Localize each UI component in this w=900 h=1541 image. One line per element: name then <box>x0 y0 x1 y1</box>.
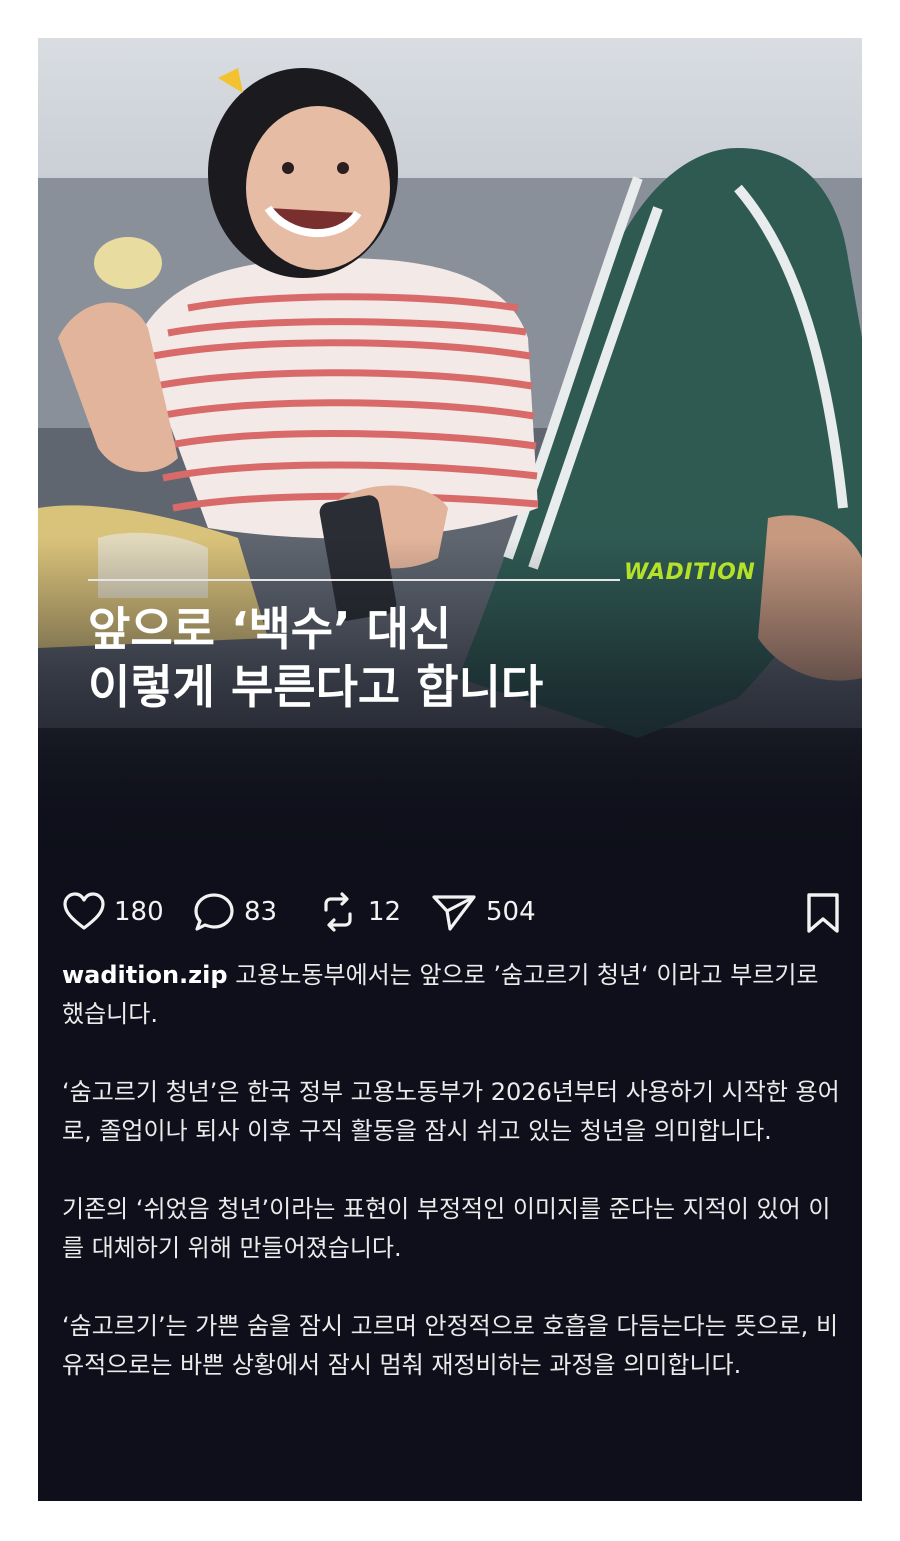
caption-intro: wadition.zip 고용노동부에서는 앞으로 ’숨고르기 청년‘ 이라고 … <box>62 956 842 1034</box>
caption-paragraph: 기존의 ‘쉬었음 청년’이라는 표현이 부정적인 이미지를 준다는 지적이 있어… <box>62 1195 831 1262</box>
share-count: 504 <box>486 897 536 927</box>
post-headline: 앞으로 ‘백수’ 대신 이렇게 부른다고 합니다 <box>88 600 808 716</box>
brand-divider <box>88 579 620 581</box>
like-button[interactable]: 180 <box>62 892 164 932</box>
send-icon <box>432 895 476 931</box>
comment-icon <box>194 893 234 931</box>
headline-line-1: 앞으로 ‘백수’ 대신 <box>88 602 452 656</box>
comment-count: 83 <box>244 897 278 927</box>
action-bar: 180 83 12 504 <box>62 886 842 938</box>
post-caption: wadition.zip 고용노동부에서는 앞으로 ’숨고르기 청년‘ 이라고 … <box>62 956 842 1424</box>
repost-button[interactable]: 12 <box>316 892 401 932</box>
save-button[interactable] <box>804 892 842 938</box>
brand-logo: WADITION <box>624 560 756 585</box>
heart-icon <box>63 892 105 930</box>
caption-paragraph: ‘숨고르기’는 가쁜 숨을 잠시 고르며 안정적으로 호흡을 다듬는다는 뜻으로… <box>62 1312 839 1379</box>
like-count: 180 <box>114 897 164 927</box>
caption-paragraph: ‘숨고르기 청년’은 한국 정부 고용노동부가 2026년부터 사용하기 시작한… <box>62 1078 840 1145</box>
comment-button[interactable]: 83 <box>192 892 277 932</box>
share-button[interactable]: 504 <box>430 892 536 932</box>
headline-line-2: 이렇게 부른다고 합니다 <box>88 660 544 714</box>
post-image[interactable]: WADITION 앞으로 ‘백수’ 대신 이렇게 부른다고 합니다 <box>38 38 862 868</box>
repost-count: 12 <box>368 897 402 927</box>
repost-icon <box>324 892 352 932</box>
bookmark-icon <box>807 893 839 933</box>
username-link[interactable]: wadition.zip <box>62 961 228 989</box>
post-card: WADITION 앞으로 ‘백수’ 대신 이렇게 부른다고 합니다 180 83 <box>38 38 862 1501</box>
